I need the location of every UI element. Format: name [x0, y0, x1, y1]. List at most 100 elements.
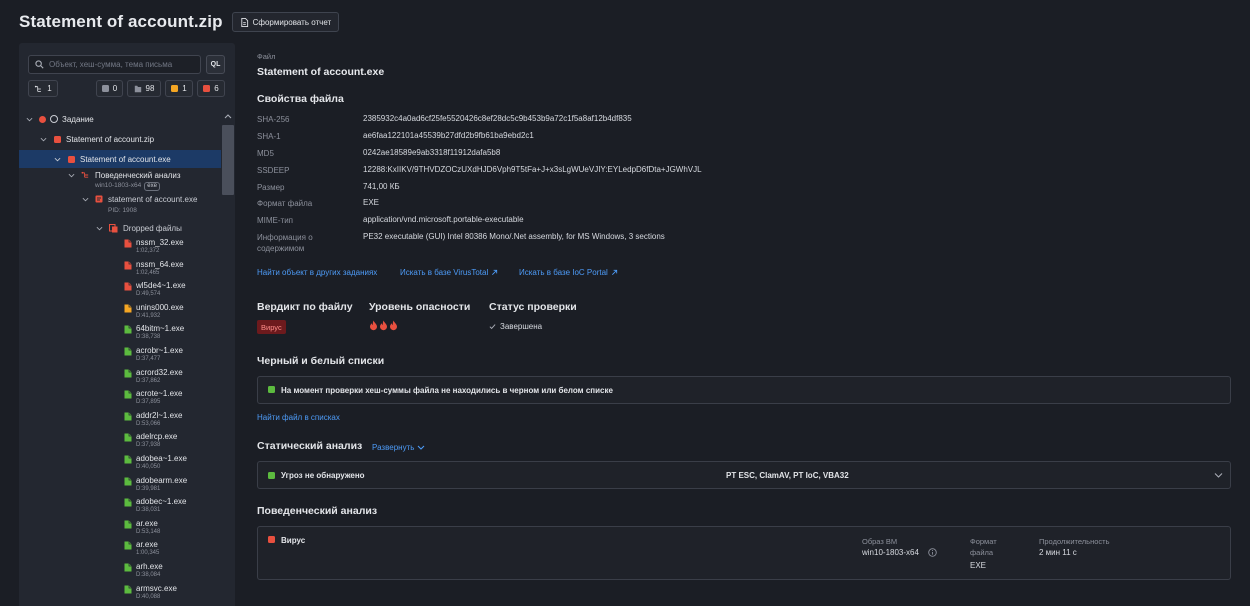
chevron-down-icon: [1214, 473, 1223, 478]
static-analysis-panel[interactable]: Угроз не обнаружено PT ESC, ClamAV, PT I…: [257, 461, 1231, 489]
dropped-file-item[interactable]: armsvc.exe D:40,088: [124, 583, 219, 605]
tree-label-task: Задание: [62, 114, 94, 124]
property-key: MD5: [257, 149, 274, 158]
red-counter[interactable]: 6: [197, 80, 225, 97]
ioc-portal-link[interactable]: Искать в базе IoC Portal: [519, 268, 618, 277]
process-icon: [95, 195, 103, 203]
flame-icon: [390, 320, 397, 331]
files-counter[interactable]: 98: [127, 80, 161, 97]
dropped-file-item[interactable]: 64bitm~1.exe D:38,738: [124, 323, 219, 345]
tree-item-zip[interactable]: Statement of account.zip: [19, 131, 221, 147]
dropped-file-item[interactable]: acrord32.exe D:37,862: [124, 367, 219, 389]
file-icon: [124, 369, 132, 378]
expand-link[interactable]: Развернуть: [372, 443, 425, 452]
dropped-file-name: nssm_64.exe: [136, 259, 184, 269]
verdict-badge: Вирус: [257, 320, 286, 334]
chevron-down-icon: [26, 117, 33, 121]
tree-counter[interactable]: 1: [28, 80, 58, 97]
dropped-file-item[interactable]: acrote~1.exe D:37,895: [124, 388, 219, 410]
dropped-file-name: acrote~1.exe: [136, 389, 183, 399]
dropped-file-item[interactable]: nssm_32.exe 1:02,372: [124, 237, 219, 259]
property-value: 12288:KxIIKV/9THVDZOCzUXdHJD6Vph9T5tFa+J…: [363, 165, 702, 174]
green-square-icon: [268, 472, 275, 479]
search-input[interactable]: [49, 60, 197, 69]
blackwhite-list-panel: На момент проверки хеш-суммы файла не на…: [257, 376, 1231, 404]
danger-level-title: Уровень опасности: [369, 301, 471, 313]
format-value: EXE: [970, 561, 987, 570]
property-value: 2385932c4a0ad6cf25fe5520426c8ef28dc5c9b4…: [363, 114, 632, 123]
files-counter-value: 98: [145, 84, 155, 93]
chevron-down-icon: [418, 445, 425, 450]
dropped-file-item[interactable]: addr2l~1.exe D:53,066: [124, 410, 219, 432]
dropped-file-item[interactable]: ar.exe 1:00,345: [124, 539, 219, 561]
tree-item-task[interactable]: Задание: [19, 111, 221, 127]
red-square-icon: [203, 85, 211, 92]
tree-item-behavior[interactable]: Поведенческий анализ: [19, 167, 221, 183]
tree-item-process[interactable]: statement of account.exe: [19, 191, 221, 207]
file-icon: [124, 563, 132, 572]
dropped-file-item[interactable]: arh.exe D:38,084: [124, 561, 219, 583]
dropped-file-item[interactable]: adobec~1.exe D:38,031: [124, 496, 219, 518]
property-value: 0242ae18589e9ab3318f11912dafa5b8: [363, 148, 501, 157]
find-in-lists-label: Найти файл в списках: [257, 413, 340, 422]
circle-icon: [50, 115, 58, 123]
file-icon: [124, 390, 132, 399]
dropped-file-item[interactable]: adelrcp.exe D:37,938: [124, 431, 219, 453]
dropped-file-name: adobea~1.exe: [136, 454, 187, 463]
ioc-portal-label: Искать в базе IoC Portal: [519, 268, 608, 277]
dropped-file-item[interactable]: nssm_64.exe 1:02,465: [124, 259, 219, 281]
virustotal-link[interactable]: Искать в базе VirusTotal: [400, 268, 498, 277]
dropped-file-item[interactable]: adobea~1.exe D:40,050: [124, 453, 219, 475]
tree-item-dropped[interactable]: Dropped файлы: [19, 220, 221, 236]
file-icon: [124, 520, 132, 529]
ql-button[interactable]: QL: [206, 55, 225, 74]
dropped-file-meta: D:38,084: [136, 572, 161, 578]
gray-counter-value: 0: [112, 84, 118, 93]
search-box[interactable]: [28, 55, 201, 74]
find-in-lists-link[interactable]: Найти файл в списках: [257, 413, 340, 422]
file-icon: [124, 282, 132, 291]
document-icon: [240, 17, 248, 27]
dropped-file-meta: 1:00,345: [136, 550, 160, 557]
dropped-file-name: armsvc.exe: [136, 583, 177, 593]
orange-square-icon: [171, 85, 179, 92]
dropped-file-item[interactable]: ar.exe D:53,148: [124, 518, 219, 540]
file-name: Statement of account.exe: [257, 66, 385, 78]
gray-counter[interactable]: 0: [96, 80, 123, 97]
dropped-file-item[interactable]: wl5de4~1.exe D:49,574: [124, 280, 219, 302]
file-icon: [124, 477, 132, 486]
file-icon: [124, 347, 132, 356]
find-in-other-tasks-link[interactable]: Найти объект в других заданиях: [257, 268, 377, 277]
virustotal-label: Искать в базе VirusTotal: [400, 268, 489, 277]
dropped-file-meta: D:37,862: [136, 377, 161, 384]
dropped-file-name: 64bitm~1.exe: [136, 324, 185, 334]
external-link-icon: [492, 269, 498, 275]
dropped-file-meta: D:38,031: [136, 507, 161, 514]
green-square-icon: [268, 386, 275, 393]
chevron-down-icon: [54, 157, 61, 161]
file-icon: [124, 455, 132, 464]
sidebar: QL 1 0 98 1 6 Задание Statement of accou…: [19, 43, 235, 606]
dropped-file-item[interactable]: acrobr~1.exe D:37,477: [124, 345, 219, 367]
tree-item-exe[interactable]: Statement of account.exe: [19, 150, 221, 168]
duration-label: Продолжительность: [1039, 537, 1110, 546]
external-link-icon: [611, 269, 617, 275]
dropped-file-name: wl5de4~1.exe: [136, 281, 186, 291]
dropped-file-name: acrobr~1.exe: [136, 346, 183, 355]
dropped-file-name: acrord32.exe: [136, 367, 183, 377]
file-icon: [124, 304, 132, 313]
orange-counter[interactable]: 1: [165, 80, 193, 97]
dropped-file-item[interactable]: adobearm.exe D:39,981: [124, 475, 219, 497]
behavior-analysis-panel[interactable]: Вирус Образ ВМ win10-1803-x64 Формат фай…: [257, 526, 1231, 580]
dropped-file-meta: D:37,938: [136, 442, 161, 449]
dropped-file-name: addr2l~1.exe: [136, 410, 183, 420]
flame-icon: [380, 320, 387, 331]
info-icon[interactable]: [928, 548, 937, 557]
process-tree-icon: [81, 171, 89, 178]
vm-name: win10-1803-x64: [95, 182, 142, 189]
format-label-line2: файла: [970, 548, 994, 557]
sidebar-scroll-thumb[interactable]: [222, 125, 234, 195]
search-icon: [35, 60, 44, 69]
red-dot-icon: [39, 115, 46, 123]
dropped-file-item[interactable]: unins000.exe D:41,932: [124, 302, 219, 324]
